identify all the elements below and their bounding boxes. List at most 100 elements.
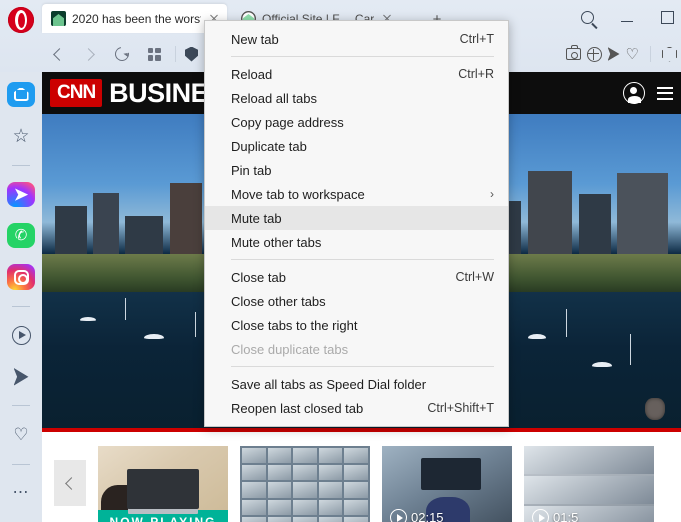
send-icon: [13, 367, 29, 386]
menu-item-new-tab[interactable]: New tab Ctrl+T: [205, 27, 508, 51]
toolbar-divider: [650, 46, 651, 62]
tab-context-menu[interactable]: New tab Ctrl+T Reload Ctrl+R Reload all tabs…: [204, 20, 509, 427]
menu-item-label: Mute other tabs: [231, 234, 322, 250]
search-icon: [580, 10, 594, 24]
menu-item-shortcut: Ctrl+T: [459, 32, 494, 46]
menu-item-close-tab[interactable]: Close tab Ctrl+W: [205, 265, 508, 289]
heart-icon[interactable]: ♡: [626, 47, 639, 62]
menu-item-close-duplicate-tabs: Close duplicate tabs: [205, 337, 508, 361]
menu-item-reload[interactable]: Reload Ctrl+R: [205, 62, 508, 86]
tab-active[interactable]: 2020 has been the worst. B: [42, 4, 227, 33]
menu-item-save-all-tabs-as-speed-dial-folder[interactable]: Save all tabs as Speed Dial folder: [205, 372, 508, 396]
menu-item-duplicate-tab[interactable]: Duplicate tab: [205, 134, 508, 158]
back-button[interactable]: [42, 38, 74, 70]
instagram-icon: [13, 269, 29, 285]
sidebar-item-home[interactable]: [7, 82, 35, 108]
thumbnail-item[interactable]: NOW PLAYING: [98, 446, 228, 522]
menu-item-label: Mute tab: [231, 210, 282, 226]
sidebar-item-speed-dial[interactable]: ☆: [7, 123, 35, 148]
messenger-icon: ➤: [13, 184, 29, 204]
cube-icon[interactable]: [662, 46, 677, 62]
thumbnail-item[interactable]: [240, 446, 370, 522]
menu-item-pin-tab[interactable]: Pin tab: [205, 158, 508, 182]
opera-logo-icon[interactable]: [8, 7, 34, 33]
back-icon: [53, 47, 66, 61]
menu-item-close-other-tabs[interactable]: Close other tabs: [205, 289, 508, 313]
menu-separator: [231, 56, 494, 57]
menu-item-reopen-last-closed-tab[interactable]: Reopen last closed tab Ctrl+Shift+T: [205, 396, 508, 420]
menu-item-label: Reload: [231, 66, 273, 82]
tab-title: 2020 has been the worst. B: [72, 11, 201, 26]
menu-item-label: Close tab: [231, 269, 286, 285]
menu-item-copy-page-address[interactable]: Copy page address: [205, 110, 508, 134]
forward-icon: [82, 47, 95, 61]
menu-item-reload-all-tabs[interactable]: Reload all tabs: [205, 86, 508, 110]
heart-icon: ♡: [13, 425, 29, 445]
video-thumbnail-strip: NOW PLAYING 02:15 01:5: [42, 432, 681, 522]
menu-separator: [231, 259, 494, 260]
menu-item-move-tab-to-workspace[interactable]: Move tab to workspace ›: [205, 182, 508, 206]
star-icon: ☆: [12, 125, 30, 147]
minimize-button[interactable]: [614, 6, 640, 28]
forward-button[interactable]: [74, 38, 106, 70]
tab-overview-button[interactable]: [138, 38, 170, 70]
camera-icon[interactable]: [565, 45, 581, 60]
menu-item-shortcut: Ctrl+Shift+T: [427, 401, 494, 415]
sidebar-item-favorites[interactable]: ♡: [7, 422, 35, 447]
maximize-button[interactable]: [654, 6, 680, 28]
menu-item-label: Pin tab: [231, 162, 272, 178]
home-icon: [13, 88, 29, 102]
sidebar-item-player[interactable]: [7, 323, 35, 348]
chevron-right-icon: ›: [490, 187, 494, 201]
sidebar-item-messenger[interactable]: ➤: [7, 181, 35, 208]
play-circle-icon: [11, 325, 31, 345]
play-circle-icon: [532, 509, 549, 522]
maximize-icon: [660, 10, 674, 24]
menu-item-mute-other-tabs[interactable]: Mute other tabs: [205, 230, 508, 254]
menu-item-label: Duplicate tab: [231, 138, 307, 154]
reload-button[interactable]: [106, 38, 138, 70]
menu-item-label: Reopen last closed tab: [231, 400, 364, 416]
menu-item-label: Close duplicate tabs: [231, 341, 349, 357]
building-icon: [51, 11, 66, 26]
menu-item-label: Close tabs to the right: [231, 317, 358, 333]
toolbar-divider: [175, 46, 176, 62]
sidebar-item-instagram[interactable]: [7, 264, 35, 290]
menu-item-label: New tab: [231, 31, 279, 47]
adblock-icon[interactable]: [586, 46, 602, 62]
hamburger-icon[interactable]: [657, 86, 673, 100]
menu-item-close-tabs-to-the-right[interactable]: Close tabs to the right: [205, 313, 508, 337]
grid-icon: [147, 47, 161, 61]
security-badge-icon: [185, 46, 198, 62]
sidebar-item-more[interactable]: ⋯: [7, 481, 35, 506]
sidebar-item-messages[interactable]: [7, 364, 35, 389]
duration-text: 02:15: [411, 510, 444, 522]
menu-item-label: Close other tabs: [231, 293, 326, 309]
thumbnail-item[interactable]: 01:5: [524, 446, 654, 522]
account-icon[interactable]: [623, 82, 645, 104]
chevron-left-icon: [65, 476, 78, 490]
sidebar-divider: [12, 463, 30, 465]
menu-item-label: Reload all tabs: [231, 90, 317, 106]
menu-item-label: Copy page address: [231, 114, 344, 130]
menu-item-label: Move tab to workspace: [231, 186, 365, 202]
browser-window: 2020 has been the worst. B Official Site…: [0, 0, 681, 522]
sidebar-divider: [12, 305, 30, 307]
more-dots-icon: ⋯: [12, 484, 30, 502]
now-playing-badge: NOW PLAYING: [98, 510, 228, 522]
thumbnail-duration: 01:5: [532, 509, 578, 522]
send-icon[interactable]: [607, 47, 620, 61]
whatsapp-icon: ✆: [14, 227, 28, 245]
cnn-logo[interactable]: CNN: [50, 79, 103, 107]
menu-item-mute-tab[interactable]: Mute tab: [205, 206, 508, 230]
cnn-watermark-icon: [645, 398, 665, 420]
thumbnail-item[interactable]: 02:15: [382, 446, 512, 522]
reload-icon: [112, 44, 132, 64]
menu-item-shortcut: Ctrl+W: [455, 270, 494, 284]
sidebar-item-whatsapp[interactable]: ✆: [7, 223, 35, 249]
site-header-actions: [623, 82, 681, 104]
strip-prev-button[interactable]: [54, 460, 86, 506]
menu-separator: [231, 366, 494, 367]
menu-item-label: Save all tabs as Speed Dial folder: [231, 376, 427, 392]
search-button[interactable]: [574, 6, 600, 28]
